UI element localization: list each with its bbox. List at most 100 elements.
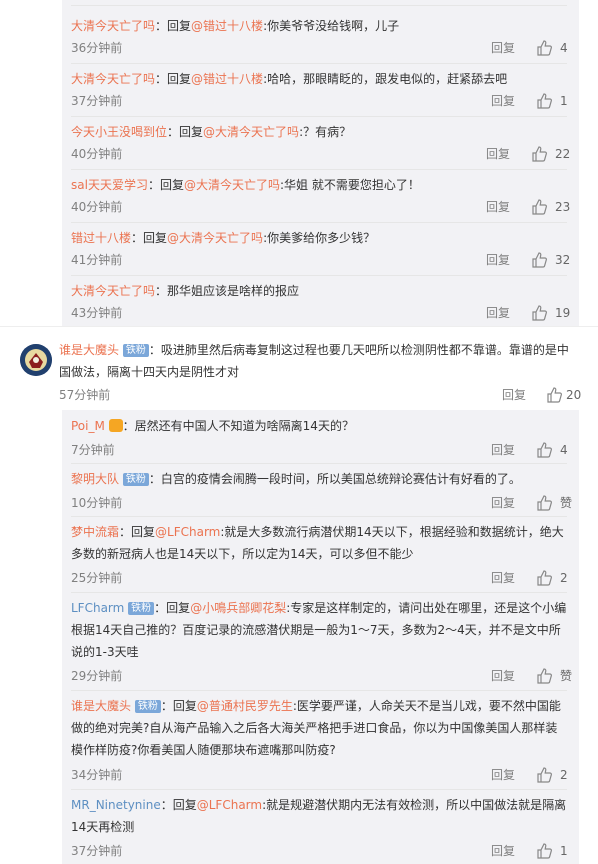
- mention-link[interactable]: @LFCharm: [155, 525, 220, 539]
- divider: [71, 169, 567, 170]
- divider: [0, 326, 598, 327]
- comment-text: :你美爹给你多少钱？: [263, 231, 376, 245]
- avatar-image: [20, 344, 52, 376]
- comment-text: :？有病？: [299, 125, 352, 139]
- timestamp: 37分钟前: [71, 844, 123, 858]
- username-link[interactable]: 谁是大魔头: [71, 699, 131, 713]
- reply-button[interactable]: 回复: [491, 570, 515, 586]
- reply-button[interactable]: 回复: [491, 442, 515, 458]
- comment-text: :医学要严谨，人命关天不是当儿戏，要不然中国能: [292, 699, 561, 713]
- username-link[interactable]: 大清今天亡了吗: [71, 284, 155, 298]
- reply-prefix: 回复: [143, 231, 168, 245]
- username-link[interactable]: MR_Ninetynine: [71, 798, 161, 812]
- reply-prefix: ：回复: [160, 699, 197, 713]
- reply-button[interactable]: 回复: [491, 40, 515, 56]
- comment-text: :专家是这样制定的，请问出处在哪里，还是这个小编: [286, 601, 567, 615]
- separator: ：: [155, 19, 168, 33]
- like-count: 23: [555, 200, 571, 214]
- username-link[interactable]: 今天小王没喝到位: [71, 125, 167, 139]
- comment-text: :就是大多数流行病潜伏期14天以下，根据经验和数据统计，绝大: [220, 525, 564, 539]
- reply-button[interactable]: 回复: [491, 843, 515, 859]
- reply-button[interactable]: 回复: [486, 199, 510, 215]
- reply-button[interactable]: 回复: [491, 495, 515, 511]
- comment-text: ：白宫的疫情会闹腾一段时间，所以美国总统辩论赛估计有好看的了。: [148, 472, 521, 486]
- thumbs-up-icon: [532, 146, 547, 162]
- reply-button[interactable]: 回复: [502, 387, 526, 403]
- reply-prefix: 回复: [179, 125, 204, 139]
- comment-text: 说的1-3天哇: [71, 645, 139, 659]
- avatar[interactable]: [20, 344, 52, 376]
- fan-badge: 铁粉: [134, 700, 161, 713]
- mention-link[interactable]: @LFCharm: [197, 798, 262, 812]
- username-link[interactable]: 大清今天亡了吗: [71, 19, 155, 33]
- divider: [71, 63, 567, 64]
- username-link[interactable]: sal天天爱学习: [71, 178, 148, 192]
- reply-button[interactable]: 回复: [486, 305, 510, 321]
- reply-prefix: ：回复: [160, 798, 197, 812]
- username-link[interactable]: 谁是大魔头: [59, 343, 119, 357]
- reply-button[interactable]: 回复: [491, 767, 515, 783]
- like-count: 1: [560, 844, 568, 858]
- username-link[interactable]: Poi_M: [71, 419, 105, 433]
- reply-prefix: ：回复: [119, 525, 156, 539]
- fan-badge: 铁粉: [122, 473, 149, 486]
- mention-link[interactable]: @大清今天亡了吗: [184, 178, 280, 192]
- divider: [71, 516, 567, 517]
- thumbs-up-icon: [537, 495, 552, 511]
- username-link[interactable]: 错过十八楼: [71, 231, 131, 245]
- timestamp: 43分钟前: [71, 306, 123, 320]
- username-link[interactable]: LFCharm: [71, 601, 124, 615]
- thumbs-up-icon: [532, 199, 547, 215]
- mention-link[interactable]: @错过十八楼: [191, 72, 263, 86]
- username-link[interactable]: 大清今天亡了吗: [71, 72, 155, 86]
- thumbs-up-icon: [537, 40, 552, 56]
- comment-text: :就是规避潜伏期内无法有效检测，所以中国做法就是隔离: [262, 798, 567, 812]
- like-count: 32: [555, 253, 571, 267]
- comment-text: 模作样防疫?你看美国人随便那块布遮嘴那叫防疫?: [71, 743, 336, 757]
- like-count: 22: [555, 147, 571, 161]
- username-link[interactable]: 黎明大队: [71, 472, 119, 486]
- reply-button[interactable]: 回复: [486, 146, 510, 162]
- thumbs-up-icon: [537, 93, 552, 109]
- timestamp: 10分钟前: [71, 496, 123, 510]
- divider: [71, 690, 567, 691]
- thumbs-up-icon: [537, 570, 552, 586]
- reply-button[interactable]: 回复: [486, 252, 510, 268]
- reply-prefix: 回复: [167, 72, 192, 86]
- reply-prefix: ：回复: [154, 601, 191, 615]
- mention-link[interactable]: @大清今天亡了吗: [203, 125, 299, 139]
- timestamp: 37分钟前: [71, 94, 123, 108]
- mention-link[interactable]: @错过十八楼: [191, 19, 263, 33]
- like-count: 2: [560, 571, 568, 585]
- timestamp: 29分钟前: [71, 669, 123, 683]
- username-link[interactable]: 梦中流霜: [71, 525, 119, 539]
- timestamp: 41分钟前: [71, 253, 123, 267]
- separator: ：: [131, 231, 144, 245]
- comment-text: :你美爷爷没给钱啊，儿子: [263, 19, 400, 33]
- like-count: 2: [560, 768, 568, 782]
- divider: [71, 789, 567, 790]
- comment-text: 多数的新冠病人也是14天以下，所以定为14天，可以多但不能少: [71, 547, 414, 561]
- thumbs-up-icon: [532, 305, 547, 321]
- reply-prefix: 回复: [167, 19, 192, 33]
- fan-badge: 铁粉: [122, 344, 149, 357]
- like-count: 4: [560, 41, 568, 55]
- mention-link[interactable]: @小鳴兵部卿花梨: [190, 601, 286, 615]
- like-count: 20: [566, 388, 582, 402]
- like-count: 19: [555, 306, 571, 320]
- mention-link[interactable]: @大清今天亡了吗: [167, 231, 263, 245]
- like-count: 1: [560, 94, 568, 108]
- comment-text: ：居然还有中国人不知道为啥隔离14天的？: [122, 419, 354, 433]
- like-count: 赞: [560, 496, 573, 510]
- timestamp: 25分钟前: [71, 571, 123, 585]
- separator: ：: [155, 284, 168, 298]
- divider: [71, 463, 567, 464]
- mention-link[interactable]: @普通村民罗先生: [197, 699, 293, 713]
- timestamp: 34分钟前: [71, 768, 123, 782]
- divider: [71, 222, 567, 223]
- comment-text: 国做法，隔离十四天内是阴性才对: [59, 365, 240, 379]
- reply-button[interactable]: 回复: [491, 668, 515, 684]
- thumbs-up-icon: [532, 252, 547, 268]
- reply-button[interactable]: 回复: [491, 93, 515, 109]
- comment-text: 做的绝对完美?自从海产品输入之后各大海关严格把手进口食品，你以为中国像美国人那样…: [71, 721, 558, 735]
